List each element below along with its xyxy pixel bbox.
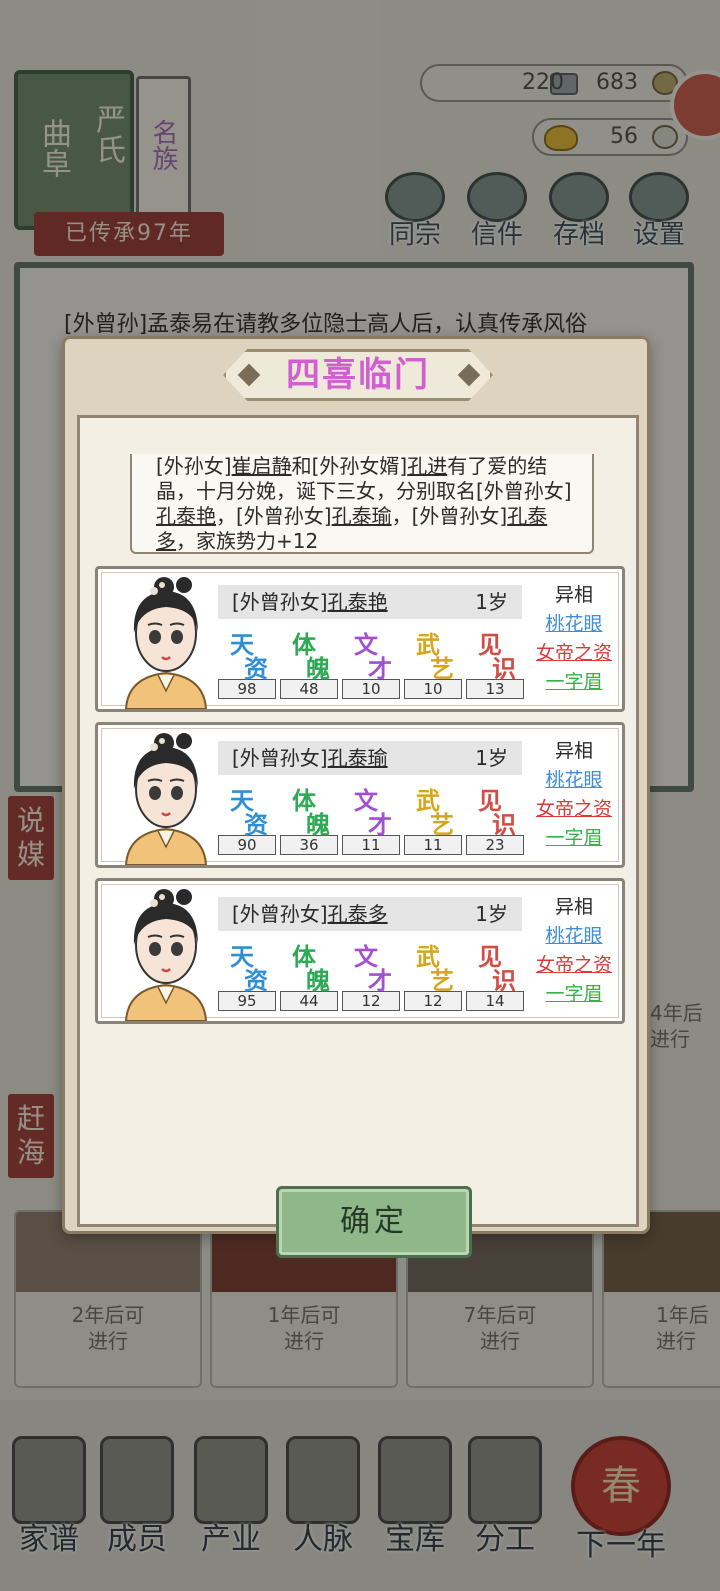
stat-label-char: 才: [368, 654, 392, 683]
child-card[interactable]: [外曾孙女]孔泰艳 1岁天资 98 体魄 48 文才 10 武艺 10 见识 13 异相 桃花眼 女帝之资…: [95, 566, 625, 712]
person-name[interactable]: 孔泰艳: [156, 504, 216, 528]
corner-ornament: [599, 1187, 639, 1227]
stat-label-char: 识: [492, 654, 516, 683]
stat-column: 武艺 12: [404, 937, 462, 1017]
child-name-bar: [外曾孙女]孔泰多 1岁: [218, 897, 522, 931]
stat-label-char: 识: [492, 810, 516, 839]
trait-link[interactable]: 桃花眼: [526, 610, 622, 639]
stat-label: 文才: [342, 625, 400, 683]
child-name-bar: [外曾孙女]孔泰瑜 1岁: [218, 741, 522, 775]
trait-link[interactable]: 一字眉: [526, 824, 622, 853]
corner-ornament: [77, 1187, 117, 1227]
stat-label-char: 才: [368, 966, 392, 995]
stat-label: 文才: [342, 781, 400, 839]
trait-link[interactable]: 桃花眼: [526, 766, 622, 795]
stat-column: 天资 90: [218, 781, 276, 861]
stat-column: 体魄 48: [280, 625, 338, 705]
relation-prefix: [外曾孙女]: [232, 590, 328, 614]
dialog-title: 四喜临门: [286, 355, 430, 395]
trait-link[interactable]: 一字眉: [526, 980, 622, 1009]
child-card[interactable]: [外曾孙女]孔泰多 1岁天资 95 体魄 44 文才 12 武艺 12 见识 14 异相 桃花眼 女帝之资…: [95, 878, 625, 1024]
event-text: [外孙女]: [156, 454, 232, 478]
stat-column: 体魄 44: [280, 937, 338, 1017]
stat-label: 见识: [466, 937, 524, 995]
stat-label-char: 魄: [306, 654, 330, 683]
stat-column: 见识 23: [466, 781, 524, 861]
trait-link[interactable]: 桃花眼: [526, 922, 622, 951]
stat-column: 见识 14: [466, 937, 524, 1017]
relation-prefix: [外曾孙女]: [232, 902, 328, 926]
trait-link[interactable]: 一字眉: [526, 668, 622, 697]
child-age: 1岁: [475, 590, 508, 614]
child-name[interactable]: 孔泰艳: [328, 590, 388, 614]
stat-column: 武艺 11: [404, 781, 462, 861]
child-portrait: [124, 733, 208, 865]
stat-label: 体魄: [280, 625, 338, 683]
stat-column: 武艺 10: [404, 625, 462, 705]
stat-column: 见识 13: [466, 625, 524, 705]
corner-ornament: [77, 415, 117, 455]
stat-label: 体魄: [280, 781, 338, 839]
event-text: 和[外孙女婿]: [291, 454, 408, 478]
trait-heading: 异相: [554, 740, 593, 762]
stat-label-char: 资: [244, 966, 268, 995]
trait-list: 异相桃花眼 女帝之资 一字眉: [526, 581, 622, 697]
stat-label: 武艺: [404, 625, 462, 683]
stat-column: 文才 12: [342, 937, 400, 1017]
child-age: 1岁: [475, 746, 508, 770]
trait-list: 异相桃花眼 女帝之资 一字眉: [526, 893, 622, 1009]
event-text: ，家族势力+12: [176, 529, 319, 553]
stat-column: 天资 95: [218, 937, 276, 1017]
child-age: 1岁: [475, 902, 508, 926]
stat-label: 天资: [218, 781, 276, 839]
stat-column: 文才 10: [342, 625, 400, 705]
stat-label: 天资: [218, 625, 276, 683]
stat-label-char: 艺: [430, 654, 454, 683]
trait-heading: 异相: [554, 584, 593, 606]
stat-label: 见识: [466, 781, 524, 839]
trait-heading: 异相: [554, 896, 593, 918]
stat-label-char: 艺: [430, 966, 454, 995]
trait-link[interactable]: 女帝之资: [526, 639, 622, 668]
stat-column: 天资 98: [218, 625, 276, 705]
trait-link[interactable]: 女帝之资: [526, 951, 622, 980]
stat-label-char: 魄: [306, 810, 330, 839]
child-portrait: [124, 889, 208, 1021]
stat-label: 文才: [342, 937, 400, 995]
person-name[interactable]: 孔泰瑜: [332, 504, 392, 528]
child-card[interactable]: [外曾孙女]孔泰瑜 1岁天资 90 体魄 36 文才 11 武艺 11 见识 23 异相 桃花眼 女帝之资…: [95, 722, 625, 868]
relation-prefix: [外曾孙女]: [232, 746, 328, 770]
stat-label-char: 魄: [306, 966, 330, 995]
stat-label-char: 识: [492, 966, 516, 995]
event-description: [外孙女]崔启静和[外孙女婿]孔进有了爱的结晶，十月分娩，诞下三女，分别取名[外…: [130, 454, 594, 554]
stat-label: 武艺: [404, 781, 462, 839]
birth-event-dialog: 四喜临门 [外孙女]崔启静和[外孙女婿]孔进有了爱的结晶，十月分娩，诞下三女，分…: [62, 336, 650, 1258]
stat-label: 武艺: [404, 937, 462, 995]
child-name[interactable]: 孔泰瑜: [328, 746, 388, 770]
stat-label: 天资: [218, 937, 276, 995]
child-name-bar: [外曾孙女]孔泰艳 1岁: [218, 585, 522, 619]
dialog-content-panel: [外孙女]崔启静和[外孙女婿]孔进有了爱的结晶，十月分娩，诞下三女，分别取名[外…: [77, 415, 639, 1258]
stat-column: 体魄 36: [280, 781, 338, 861]
confirm-button[interactable]: 确定: [276, 1186, 472, 1258]
child-name[interactable]: 孔泰多: [328, 902, 388, 926]
stat-label-char: 才: [368, 810, 392, 839]
event-text: ，[外曾孙女]: [216, 504, 332, 528]
person-name[interactable]: 崔启静: [232, 454, 292, 478]
stat-label-char: 资: [244, 810, 268, 839]
event-text: ，[外曾孙女]: [391, 504, 508, 528]
trait-link[interactable]: 女帝之资: [526, 795, 622, 824]
stat-label-char: 艺: [430, 810, 454, 839]
stat-label: 见识: [466, 625, 524, 683]
trait-list: 异相桃花眼 女帝之资 一字眉: [526, 737, 622, 853]
stat-column: 文才 11: [342, 781, 400, 861]
stat-label-char: 资: [244, 654, 268, 683]
child-portrait: [124, 577, 208, 709]
corner-ornament: [599, 415, 639, 455]
stat-label: 体魄: [280, 937, 338, 995]
person-name[interactable]: 孔进: [407, 454, 447, 478]
